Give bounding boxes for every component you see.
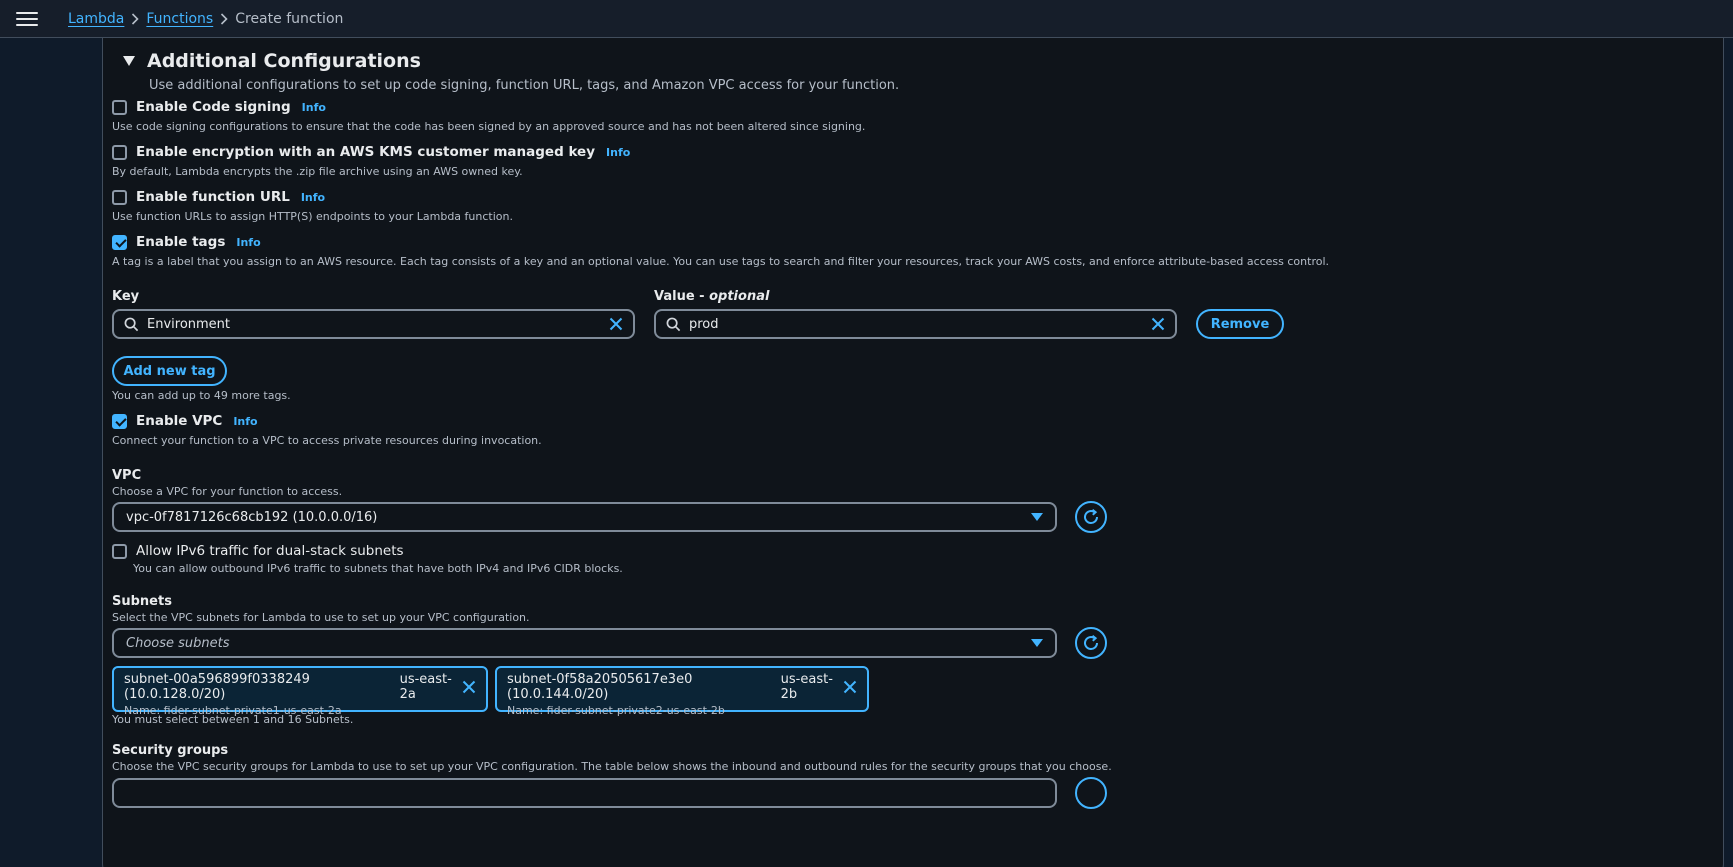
tag-value-input[interactable]: [689, 316, 1151, 332]
ipv6-label: Allow IPv6 traffic for dual-stack subnet…: [136, 543, 404, 559]
subnet-token-az: us-east-2a: [399, 672, 452, 702]
subnets-description: Select the VPC subnets for Lambda to use…: [112, 611, 530, 624]
tag-key-input[interactable]: [147, 316, 609, 332]
function-url-option: Enable function URL Info: [112, 189, 325, 205]
refresh-security-groups-button[interactable]: [1075, 777, 1107, 809]
remove-subnet-icon[interactable]: [462, 680, 476, 694]
encryption-checkbox[interactable]: [112, 144, 127, 160]
subnets-placeholder: Choose subnets: [126, 635, 230, 651]
breadcrumb-lambda[interactable]: Lambda: [68, 11, 124, 27]
top-navigation-bar: Lambda Functions Create function: [0, 0, 1733, 38]
code-signing-description: Use code signing configurations to ensur…: [112, 120, 866, 133]
remove-tag-button[interactable]: Remove: [1196, 309, 1284, 339]
refresh-icon: [1084, 635, 1098, 650]
vpc-enable-description: Connect your function to a VPC to access…: [112, 434, 542, 447]
subnets-label: Subnets: [112, 594, 172, 609]
encryption-info-link[interactable]: Info: [606, 146, 630, 159]
caret-down-icon: [1031, 639, 1043, 647]
refresh-subnets-button[interactable]: [1075, 627, 1107, 659]
caret-down-icon: [123, 56, 135, 66]
subnets-select[interactable]: Choose subnets: [112, 628, 1057, 658]
chevron-right-icon: [124, 12, 146, 25]
tag-key-label: Key: [112, 289, 140, 304]
vpc-option: Enable VPC Info: [112, 413, 258, 429]
subnet-token-az: us-east-2b: [780, 672, 833, 702]
refresh-vpc-button[interactable]: [1075, 501, 1107, 533]
chevron-right-icon: [213, 12, 235, 25]
tag-limit-text: You can add up to 49 more tags.: [112, 389, 291, 402]
breadcrumb-current: Create function: [235, 10, 344, 27]
tag-value-optional: optional: [709, 289, 770, 304]
function-url-description: Use function URLs to assign HTTP(S) endp…: [112, 210, 513, 223]
breadcrumb-functions[interactable]: Functions: [146, 11, 213, 27]
subnet-token-name: Name: fider-subnet-private2-us-east-2b: [507, 704, 725, 717]
function-url-label: Enable function URL: [136, 189, 290, 205]
vpc-select[interactable]: vpc-0f7817126c68cb192 (10.0.0.0/16): [112, 502, 1057, 532]
code-signing-checkbox[interactable]: [112, 99, 127, 115]
ipv6-description: You can allow outbound IPv6 traffic to s…: [133, 562, 623, 575]
breadcrumb: Lambda Functions Create function: [68, 11, 343, 27]
vpc-description: Choose a VPC for your function to access…: [112, 485, 343, 498]
section-title: Additional Configurations: [147, 50, 421, 72]
security-groups-description: Choose the VPC security groups for Lambd…: [112, 760, 1112, 773]
tag-key-field: [112, 309, 635, 339]
security-groups-label: Security groups: [112, 743, 229, 758]
subnet-token: subnet-0f58a20505617e3e0 (10.0.144.0/20)…: [495, 666, 869, 717]
encryption-description: By default, Lambda encrypts the .zip fil…: [112, 165, 523, 178]
ipv6-checkbox[interactable]: [112, 543, 127, 559]
tags-label: Enable tags: [136, 234, 226, 250]
add-new-tag-button[interactable]: Add new tag: [112, 356, 227, 386]
code-signing-info-link[interactable]: Info: [302, 101, 326, 114]
tag-value-label: Value - optional: [654, 289, 770, 304]
hamburger-menu-icon[interactable]: [16, 10, 38, 28]
vpc-selected-value: vpc-0f7817126c68cb192 (10.0.0.0/16): [126, 509, 378, 525]
vpc-enable-label: Enable VPC: [136, 413, 223, 429]
ipv6-option: Allow IPv6 traffic for dual-stack subnet…: [112, 543, 404, 559]
clear-value-icon[interactable]: [1151, 317, 1165, 331]
function-url-info-link[interactable]: Info: [301, 191, 325, 204]
encryption-option: Enable encryption with an AWS KMS custom…: [112, 144, 630, 160]
search-icon: [124, 317, 139, 331]
tags-option: Enable tags Info: [112, 234, 261, 250]
section-description: Use additional configurations to set up …: [149, 78, 900, 93]
section-expander[interactable]: Additional Configurations: [123, 50, 421, 72]
tags-info-link[interactable]: Info: [236, 236, 260, 249]
code-signing-option: Enable Code signing Info: [112, 99, 326, 115]
vpc-info-link[interactable]: Info: [233, 415, 257, 428]
clear-key-icon[interactable]: [609, 317, 623, 331]
subnet-token: subnet-00a596899f0338249 (10.0.128.0/20)…: [112, 666, 488, 717]
function-url-checkbox[interactable]: [112, 189, 127, 205]
subnets-hint: You must select between 1 and 16 Subnets…: [112, 713, 354, 726]
code-signing-label: Enable Code signing: [136, 99, 291, 115]
encryption-label: Enable encryption with an AWS KMS custom…: [136, 144, 596, 160]
search-icon: [666, 317, 681, 331]
refresh-icon: [1084, 509, 1098, 524]
tags-description: A tag is a label that you assign to an A…: [112, 255, 1330, 268]
vpc-checkbox[interactable]: [112, 413, 127, 429]
security-groups-select[interactable]: [112, 778, 1057, 808]
tag-value-field: [654, 309, 1177, 339]
remove-subnet-icon[interactable]: [843, 680, 857, 694]
tags-checkbox[interactable]: [112, 234, 127, 250]
vpc-label: VPC: [112, 468, 142, 483]
subnet-token-id: subnet-0f58a20505617e3e0 (10.0.144.0/20): [507, 672, 693, 702]
subnet-token-id: subnet-00a596899f0338249 (10.0.128.0/20): [124, 672, 310, 702]
additional-configurations-panel: Additional Configurations Use additional…: [102, 38, 1724, 867]
caret-down-icon: [1031, 513, 1043, 521]
